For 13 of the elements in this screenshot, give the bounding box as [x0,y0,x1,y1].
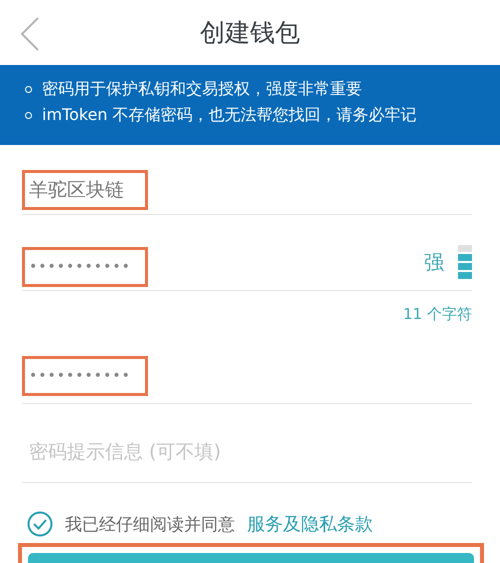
agreement-text: 我已经仔细阅读并同意 [65,514,235,536]
notice-text: imToken 不存储密码，也无法帮您找回，请务必牢记 [42,105,417,126]
page-title: 创建钱包 [200,17,300,49]
terms-link[interactable]: 服务及隐私条款 [247,512,373,536]
password-field[interactable]: ••••••••••• [22,247,148,287]
strength-label: 强 [424,248,444,276]
notice-text: 密码用于保护私钥和交易授权，强度非常重要 [42,79,362,100]
bullet-icon [25,112,32,119]
check-icon[interactable] [27,511,53,537]
char-count: 11 个字符 [403,305,472,323]
password-field[interactable]: ••••••••••• [22,356,148,396]
bullet-icon [25,86,32,93]
text-field[interactable]: 羊驼区块链 [22,170,148,210]
